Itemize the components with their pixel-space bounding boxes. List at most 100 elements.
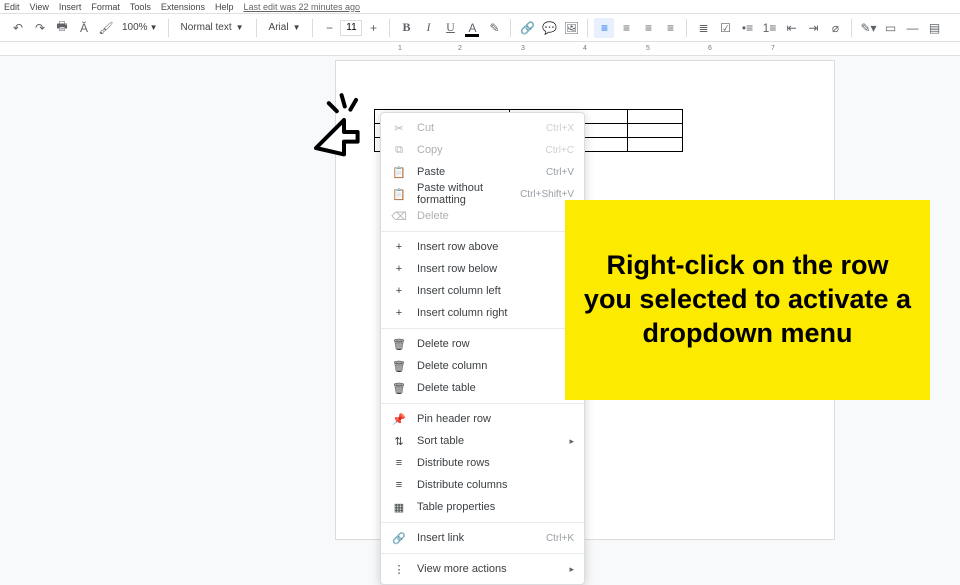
context-menu-separator [381, 522, 584, 523]
font-size-plus[interactable]: + [363, 18, 383, 38]
context-menu-item-distribute-rows[interactable]: ≡Distribute rows [381, 452, 584, 474]
submenu-arrow-icon: ▸ [569, 436, 574, 447]
ruler-tick: 1 [398, 45, 402, 52]
context-menu-shortcut: Ctrl+X [546, 123, 574, 134]
context-menu-item-sort-table[interactable]: ⇅Sort table▸ [381, 430, 584, 452]
bold-button[interactable]: B [396, 18, 416, 38]
spellcheck-button[interactable]: Ă [74, 18, 94, 38]
context-menu-item-table-properties[interactable]: ▦ Table properties [381, 496, 584, 518]
font-select[interactable]: Arial▼ [263, 22, 307, 33]
italic-button[interactable]: I [418, 18, 438, 38]
context-menu-item-view-more-actions[interactable]: ⋮View more actions▸ [381, 558, 584, 580]
border-style-button[interactable]: ▤ [924, 18, 944, 38]
context-menu-item-pin-header-row[interactable]: 📌Pin header row [381, 408, 584, 430]
checklist-button[interactable]: ☑ [715, 18, 735, 38]
font-size-stepper[interactable]: − 11 + [319, 18, 383, 38]
paint-format-button[interactable]: 🖌 [96, 18, 116, 38]
context-menu-item-delete-column[interactable]: 🗑Delete column [381, 355, 584, 377]
text-color-button[interactable]: A [462, 18, 482, 38]
highlight-button[interactable]: ✎ [484, 18, 504, 38]
redo-button[interactable]: ↷ [30, 18, 50, 38]
context-menu-item-insert-link[interactable]: 🔗Insert linkCtrl+K [381, 527, 584, 549]
zoom-select[interactable]: 100%▼ [118, 22, 162, 33]
context-menu-separator [381, 328, 584, 329]
add-comment-button[interactable]: 💬 [539, 18, 559, 38]
context-menu-label: Table properties [417, 501, 574, 513]
ruler-tick: 3 [521, 45, 525, 52]
align-center-button[interactable]: ≡ [616, 18, 636, 38]
last-edit-link[interactable]: Last edit was 22 minutes ago [243, 2, 360, 12]
context-menu-label: Distribute columns [417, 479, 574, 491]
align-left-button[interactable]: ≡ [594, 18, 614, 38]
numbered-list-button[interactable]: 1≡ [759, 18, 779, 38]
context-menu-item-paste[interactable]: 📋PasteCtrl+V [381, 161, 584, 183]
context-menu-label: Insert row below [417, 263, 574, 275]
align-justify-button[interactable]: ≡ [660, 18, 680, 38]
decrease-indent-button[interactable]: ⇤ [781, 18, 801, 38]
context-menu-separator [381, 553, 584, 554]
context-menu-item-delete-table[interactable]: 🗑Delete table [381, 377, 584, 399]
undo-button[interactable]: ↶ [8, 18, 28, 38]
context-menu-label: Delete table [417, 382, 574, 394]
separator [510, 19, 511, 37]
separator [168, 19, 169, 37]
context-menu-label: Cut [417, 122, 546, 134]
instruction-text: Right-click on the row you selected to a… [583, 249, 912, 350]
font-size-minus[interactable]: − [319, 18, 339, 38]
plus-icon: + [391, 261, 407, 277]
context-menu-item-distribute-columns[interactable]: ≡Distribute columns [381, 474, 584, 496]
separator [312, 19, 313, 37]
context-menu-item-insert-column-left[interactable]: +Insert column left [381, 280, 584, 302]
underline-button[interactable]: U [440, 18, 460, 38]
ruler-tick: 4 [583, 45, 587, 52]
toolbar: ↶ ↷ 🖶 Ă 🖌 100%▼ Normal text▼ Arial▼ − 11… [0, 14, 960, 42]
context-menu-item-paste-without-formatting[interactable]: 📋Paste without formattingCtrl+Shift+V [381, 183, 584, 205]
context-menu-label: Pin header row [417, 413, 574, 425]
menu-help[interactable]: Help [215, 2, 234, 12]
menu-edit[interactable]: Edit [4, 2, 20, 12]
context-menu-item-insert-row-below[interactable]: + Insert row below [381, 258, 584, 280]
separator [686, 19, 687, 37]
highlight-tool-button[interactable]: ✎▾ [858, 18, 878, 38]
menu-view[interactable]: View [30, 2, 49, 12]
border-weight-button[interactable]: — [902, 18, 922, 38]
ruler-tick: 5 [646, 45, 650, 52]
separator [256, 19, 257, 37]
trash-icon: 🗑 [391, 358, 407, 374]
line-spacing-button[interactable]: ≣ [693, 18, 713, 38]
menu-insert[interactable]: Insert [59, 2, 82, 12]
menu-extensions[interactable]: Extensions [161, 2, 205, 12]
separator [587, 19, 588, 37]
align-right-button[interactable]: ≡ [638, 18, 658, 38]
cut-icon: ✂ [391, 120, 407, 136]
menu-tools[interactable]: Tools [130, 2, 151, 12]
menu-format[interactable]: Format [91, 2, 120, 12]
context-menu-item-delete-row[interactable]: 🗑Delete row [381, 333, 584, 355]
table-props-icon: ▦ [391, 499, 407, 515]
cursor-illustration [300, 92, 380, 172]
paragraph-style-select[interactable]: Normal text▼ [175, 22, 250, 33]
context-menu-item-insert-row-above[interactable]: +Insert row above [381, 236, 584, 258]
font-size-value[interactable]: 11 [340, 20, 362, 36]
context-menu-label: View more actions [417, 563, 569, 575]
increase-indent-button[interactable]: ⇥ [803, 18, 823, 38]
context-menu-label: Delete [417, 210, 574, 222]
clear-formatting-button[interactable]: ⌀ [825, 18, 845, 38]
plus-icon: + [391, 283, 407, 299]
dist-rows-icon: ≡ [391, 455, 407, 471]
border-button[interactable]: ▭ [880, 18, 900, 38]
instruction-callout: Right-click on the row you selected to a… [565, 200, 930, 400]
context-menu-item-insert-column-right[interactable]: +Insert column right [381, 302, 584, 324]
ruler-tick: 2 [458, 45, 462, 52]
context-menu-label: Paste without formatting [417, 182, 520, 206]
ruler: 1 2 3 4 5 6 7 [0, 42, 960, 56]
context-menu-shortcut: Ctrl+K [546, 533, 574, 544]
bulleted-list-button[interactable]: •≡ [737, 18, 757, 38]
trash-icon: 🗑 [391, 336, 407, 352]
insert-link-button[interactable]: 🔗 [517, 18, 537, 38]
insert-image-button[interactable]: 🖼 [561, 18, 581, 38]
print-button[interactable]: 🖶 [52, 18, 72, 38]
context-menu-label: Insert link [417, 532, 546, 544]
paste-plain-icon: 📋 [391, 186, 407, 202]
ruler-tick: 7 [771, 45, 775, 52]
